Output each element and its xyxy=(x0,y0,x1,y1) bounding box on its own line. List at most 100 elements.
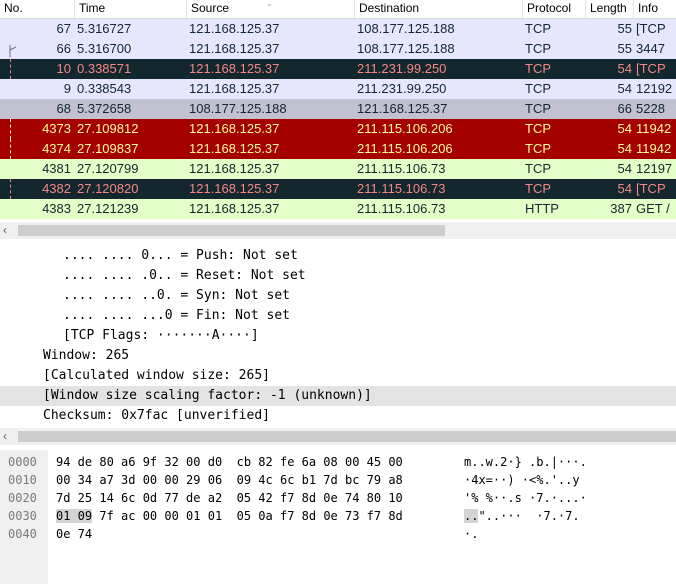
packet-row[interactable]: 4383 27.121239 121.168.125.37 211.115.106.7… xyxy=(0,199,676,219)
detail-line-text: Checksum: 0x7fac [unverified] xyxy=(43,408,270,423)
detail-line-text: .... .... .0.. = Reset: Not set xyxy=(63,268,306,283)
hex-bytes-rest: 7f ac 00 00 01 01 05 0a f7 8d 0e 73 f7 8… xyxy=(92,509,403,523)
detail-line-text: [Window size scaling factor: -1 (unknown… xyxy=(43,388,372,403)
cell-protocol: HTTP xyxy=(525,201,559,216)
column-header-info[interactable]: Info xyxy=(634,0,676,18)
hex-bytes-text: 94 de 80 a6 9f 32 00 d0 cb 82 fe 6a 08 0… xyxy=(56,455,403,469)
cell-source: 121.168.125.37 xyxy=(189,181,280,196)
packet-row[interactable]: 10 0.338571 121.168.125.37 211.231.99.250 TC… xyxy=(0,59,676,79)
hex-bytes[interactable]: 00 34 a7 3d 00 00 29 06 09 4c 6c b1 7d b… xyxy=(56,471,403,489)
cell-info: [TCP xyxy=(636,21,666,36)
cell-destination: 108.177.125.188 xyxy=(357,21,455,36)
ascii-text: "..··· ·7.·7. xyxy=(478,509,580,523)
detail-line[interactable]: .... .... ..0. = Syn: Not set xyxy=(0,286,676,306)
cell-info: GET / xyxy=(636,201,670,216)
details-horizontal-scrollbar[interactable]: ‹ xyxy=(0,428,676,445)
bytes-row: 0040 0e 74 ·. xyxy=(0,525,676,543)
packet-bytes-pane[interactable]: 0000 94 de 80 a6 9f 32 00 d0 cb 82 fe 6a … xyxy=(0,450,676,584)
hex-bytes[interactable]: 01 09 7f ac 00 00 01 01 05 0a f7 8d 0e 7… xyxy=(56,507,403,525)
packet-row[interactable]: 9 0.338543 121.168.125.37 211.231.99.250 TCP… xyxy=(0,79,676,99)
packet-list[interactable]: No. Time Source Destination Protocol Len… xyxy=(0,0,676,222)
hex-bytes-text: 00 34 a7 3d 00 00 29 06 09 4c 6c b1 7d b… xyxy=(56,473,403,487)
cell-time: 5.372658 xyxy=(77,101,132,116)
scrollbar-thumb[interactable] xyxy=(18,431,676,442)
detail-line-text: [TCP Flags: ·······A····] xyxy=(63,328,259,343)
column-header-no[interactable]: No. xyxy=(0,0,75,18)
cell-info: [TCP xyxy=(636,181,666,196)
cell-protocol: TCP xyxy=(525,161,551,176)
cell-length: 54 xyxy=(617,121,632,136)
hex-bytes[interactable]: 94 de 80 a6 9f 32 00 d0 cb 82 fe 6a 08 0… xyxy=(56,453,403,471)
cell-length: 54 xyxy=(617,81,632,96)
cell-protocol: TCP xyxy=(525,21,551,36)
cell-length: 387 xyxy=(610,201,632,216)
bytes-row: 0000 94 de 80 a6 9f 32 00 d0 cb 82 fe 6a … xyxy=(0,453,676,471)
detail-line[interactable]: Window: 265 xyxy=(0,346,676,366)
column-header-length[interactable]: Length xyxy=(586,0,634,18)
cell-destination: 211.115.106.206 xyxy=(357,121,453,136)
cell-info: 5228 xyxy=(636,101,665,116)
packet-row[interactable]: 66 5.316700 121.168.125.37 108.177.125.188 T… xyxy=(0,39,676,59)
byte-offset: 0030 xyxy=(8,509,37,523)
cell-destination: 211.115.106.73 xyxy=(357,161,446,176)
detail-line-text: .... .... ...0 = Fin: Not set xyxy=(63,308,290,323)
cell-source: 121.168.125.37 xyxy=(189,121,280,136)
cell-protocol: TCP xyxy=(525,61,551,76)
packet-row[interactable]: 4382 27.120820 121.168.125.37 211.115.106.7… xyxy=(0,179,676,199)
packet-row[interactable]: 67 5.316727 121.168.125.37 108.177.125.188 T… xyxy=(0,19,676,39)
ascii-bytes[interactable]: '% %··.s ·7.·...· xyxy=(464,489,587,507)
detail-line-selected[interactable]: [Window size scaling factor: -1 (unknown… xyxy=(0,386,676,406)
cell-info: 11942 xyxy=(636,141,672,156)
packet-row[interactable]: 4373 27.109812 121.168.125.37 211.115.106.2… xyxy=(0,119,676,139)
column-header-time[interactable]: Time xyxy=(75,0,187,18)
bytes-row: 0010 00 34 a7 3d 00 00 29 06 09 4c 6c b1 … xyxy=(0,471,676,489)
cell-length: 54 xyxy=(617,61,632,76)
detail-line[interactable]: Checksum: 0x7fac [unverified] xyxy=(0,406,676,426)
cell-length: 55 xyxy=(617,21,632,36)
cell-length: 54 xyxy=(617,141,632,156)
cell-destination: 211.231.99.250 xyxy=(357,61,447,76)
cell-source: 108.177.125.188 xyxy=(189,101,287,116)
ascii-bytes[interactable]: ·. xyxy=(464,525,478,543)
ascii-bytes[interactable]: ·4x=··) ·<%.'..y xyxy=(464,471,580,489)
hex-bytes[interactable]: 0e 74 xyxy=(56,525,92,543)
cell-destination: 211.115.106.206 xyxy=(357,141,453,156)
ascii-text: m..w.2·} .b.|···. xyxy=(464,455,587,469)
detail-line[interactable]: [TCP Flags: ·······A····] xyxy=(0,326,676,346)
cell-destination: 121.168.125.37 xyxy=(357,101,448,116)
cell-no: 4382 xyxy=(42,181,71,196)
packet-row[interactable]: 4381 27.120799 121.168.125.37 211.115.106.7… xyxy=(0,159,676,179)
packet-row[interactable]: 4374 27.109837 121.168.125.37 211.115.106.2… xyxy=(0,139,676,159)
hex-bytes[interactable]: 7d 25 14 6c 0d 77 de a2 05 42 f7 8d 0e 7… xyxy=(56,489,403,507)
cell-no: 4381 xyxy=(42,161,71,176)
packet-list-header: No. Time Source Destination Protocol Len… xyxy=(0,0,676,19)
packet-list-horizontal-scrollbar[interactable]: ‹ xyxy=(0,222,676,239)
cell-info: 12197 xyxy=(636,161,673,176)
detail-line[interactable]: .... .... ...0 = Fin: Not set xyxy=(0,306,676,326)
cell-source: 121.168.125.37 xyxy=(189,201,280,216)
cell-source: 121.168.125.37 xyxy=(189,21,280,36)
column-header-destination[interactable]: Destination xyxy=(355,0,523,18)
cell-time: 27.120799 xyxy=(77,161,139,176)
detail-line[interactable]: .... .... 0... = Push: Not set xyxy=(0,246,676,266)
cell-info: [TCP xyxy=(636,61,666,76)
cell-info: 12192 xyxy=(636,81,673,96)
cell-destination: 108.177.125.188 xyxy=(357,41,455,56)
scroll-left-arrow-icon[interactable]: ‹ xyxy=(3,429,7,443)
detail-line-text: [Calculated window size: 265] xyxy=(43,368,270,383)
cell-time: 27.109837 xyxy=(77,141,139,156)
packet-row[interactable]: 68 5.372658 108.177.125.188 121.168.125.37 T… xyxy=(0,99,676,119)
packet-details-pane[interactable]: .... .... 0... = Push: Not set .... .... … xyxy=(0,240,676,430)
ascii-text: ·4x=··) ·<%.'..y xyxy=(464,473,580,487)
cell-time: 27.120820 xyxy=(77,181,139,196)
cell-no: 68 xyxy=(56,101,71,116)
ascii-bytes[interactable]: .."..··· ·7.·7. xyxy=(464,507,580,525)
scrollbar-thumb[interactable] xyxy=(18,225,445,236)
detail-line[interactable]: .... .... .0.. = Reset: Not set xyxy=(0,266,676,286)
detail-line[interactable]: [Calculated window size: 265] xyxy=(0,366,676,386)
ascii-bytes[interactable]: m..w.2·} .b.|···. xyxy=(464,453,587,471)
column-header-protocol[interactable]: Protocol xyxy=(523,0,586,18)
hex-bytes-text: 7d 25 14 6c 0d 77 de a2 05 42 f7 8d 0e 7… xyxy=(56,491,403,505)
scroll-left-arrow-icon[interactable]: ‹ xyxy=(3,223,7,237)
detail-line-text: Window: 265 xyxy=(43,348,130,363)
